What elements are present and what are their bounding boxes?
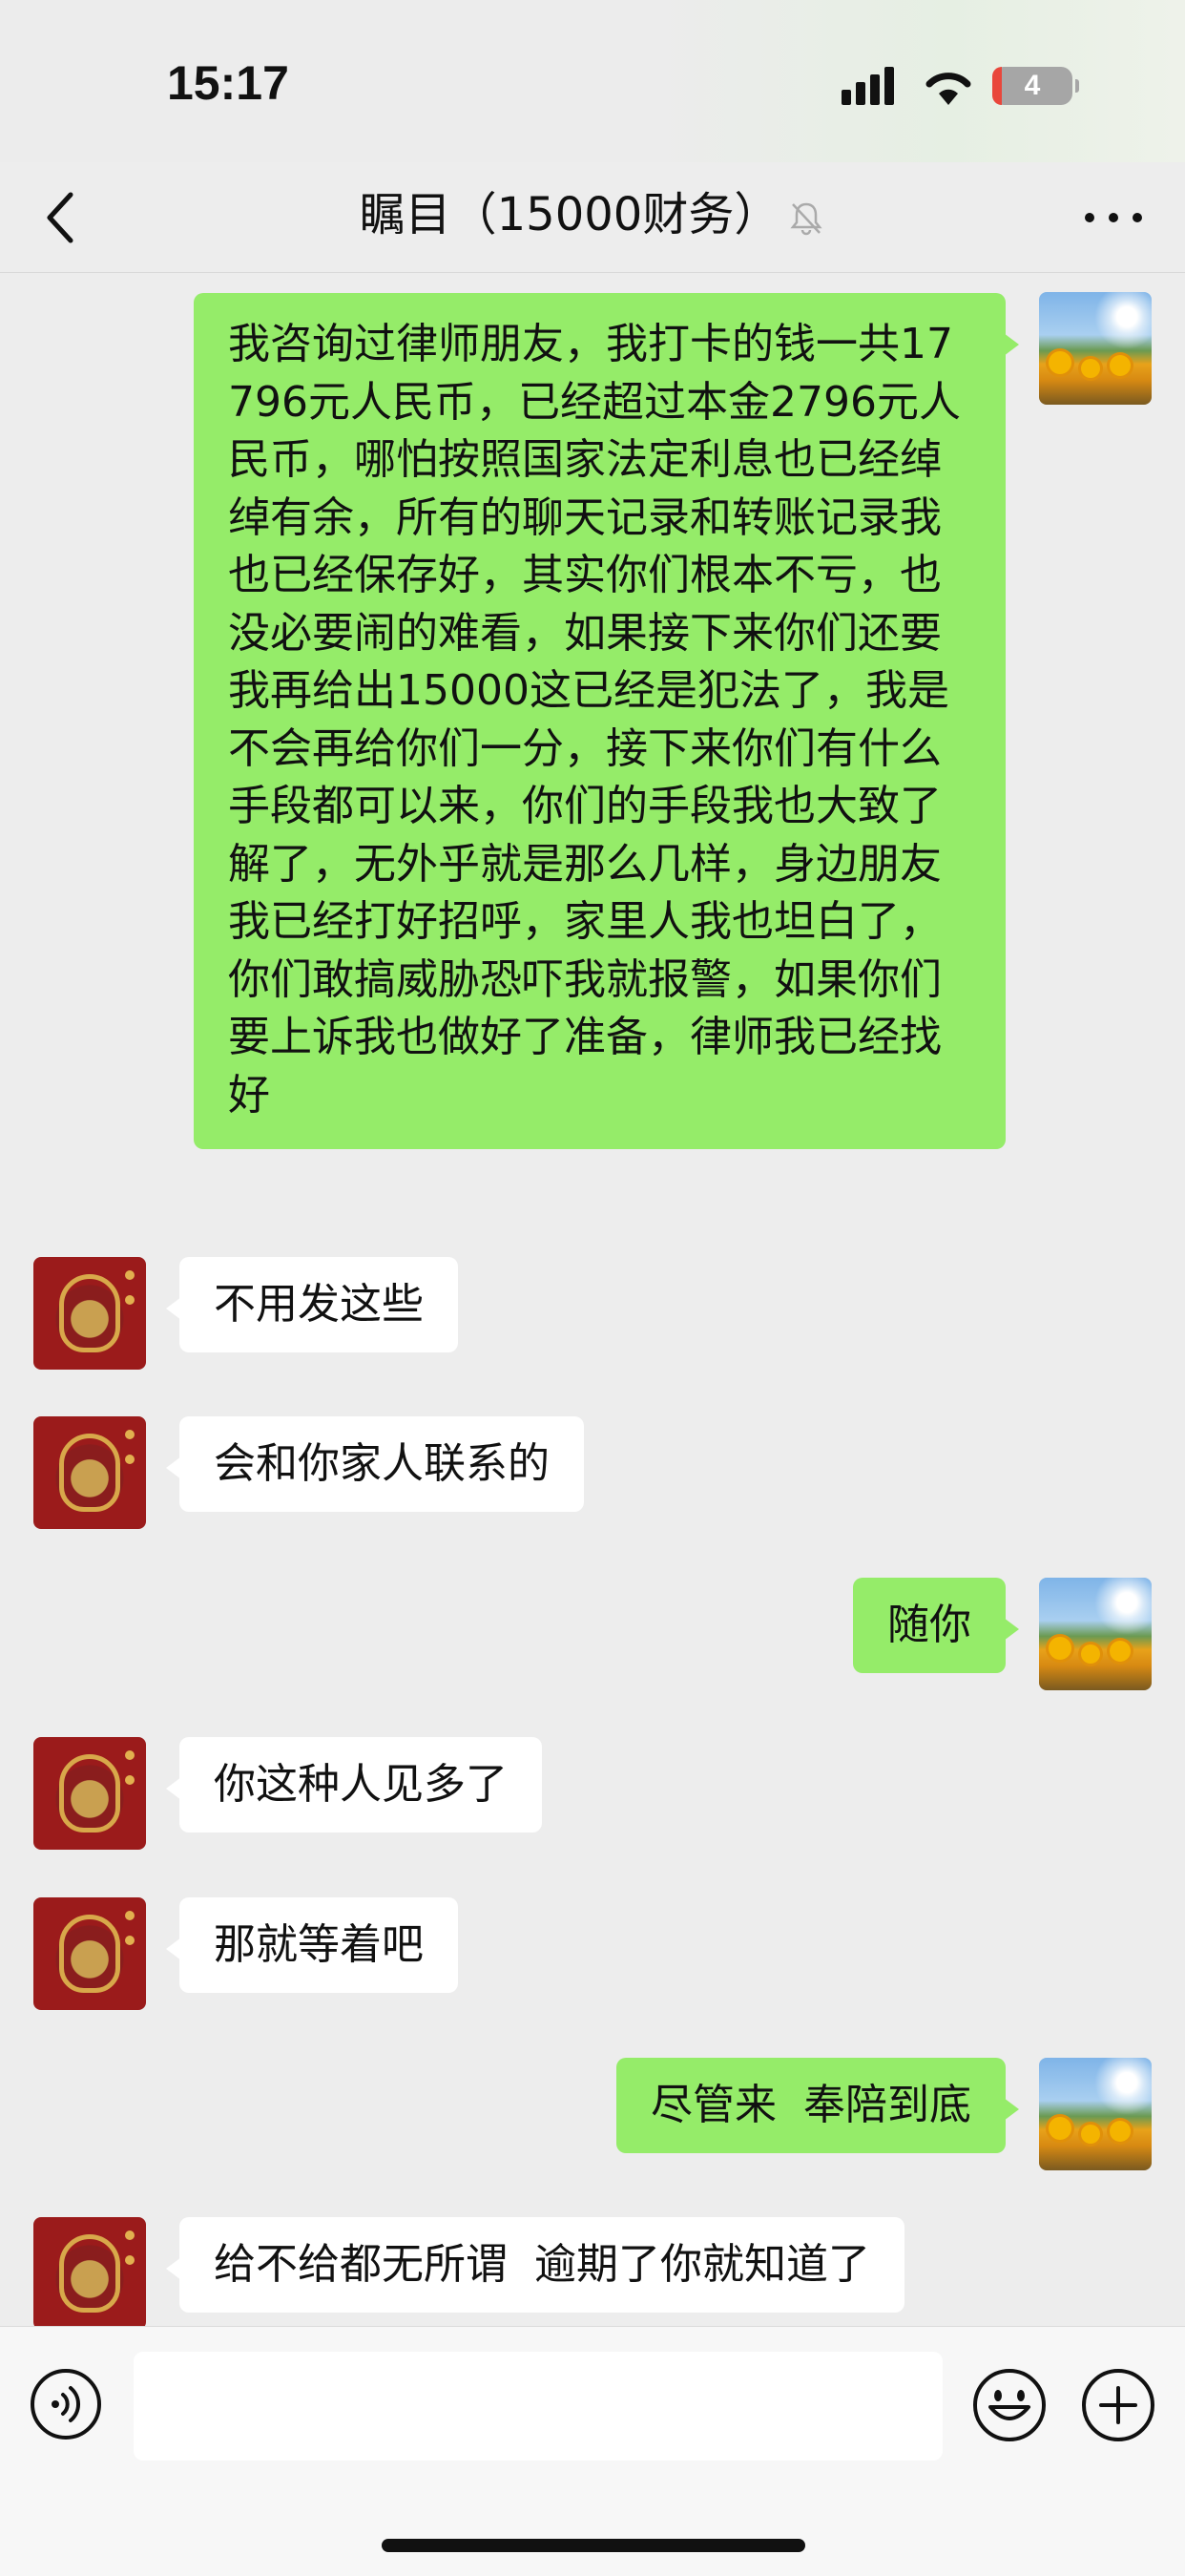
message-bubble[interactable]: 不用发这些 (166, 1257, 458, 1352)
message-row: 尽管来 奉陪到底 (0, 2058, 1185, 2182)
signal-icon (842, 67, 894, 105)
chat-title-text: 瞩目（15000财务） (359, 188, 780, 241)
message-input[interactable] (134, 2352, 943, 2461)
contact-avatar[interactable] (33, 1416, 146, 1529)
message-row: 不用发这些 (0, 1257, 1185, 1381)
message-bubble[interactable]: 我咨询过律师朋友，我打卡的钱一共17796元人民币，已经超过本金2796元人民币… (194, 293, 1019, 1149)
my-avatar[interactable] (1039, 2058, 1152, 2170)
wifi-icon (925, 73, 971, 105)
message-row: 那就等着吧 (0, 1897, 1185, 2021)
contact-avatar[interactable] (33, 2217, 146, 2326)
battery-level: 4 (1024, 70, 1041, 101)
status-time: 15:17 (167, 56, 289, 110)
chat-messages[interactable]: 我咨询过律师朋友，我打卡的钱一共17796元人民币，已经超过本金2796元人民币… (0, 274, 1185, 2326)
nav-bar: 瞩目（15000财务） (0, 162, 1185, 273)
message-row: 会和你家人联系的 (0, 1416, 1185, 1540)
message-bubble[interactable]: 你这种人见多了 (166, 1737, 542, 1833)
chat-title: 瞩目（15000财务） (0, 183, 1185, 246)
my-avatar[interactable] (1039, 292, 1152, 405)
battery-icon: 4 (992, 67, 1079, 105)
voice-icon[interactable] (29, 2367, 103, 2441)
message-bubble[interactable]: 随你 (853, 1578, 1019, 1673)
status-bar: 15:17 4 (0, 0, 1185, 162)
emoji-icon[interactable] (971, 2367, 1048, 2443)
my-avatar[interactable] (1039, 1578, 1152, 1690)
contact-avatar[interactable] (33, 1737, 146, 1850)
plus-icon[interactable] (1080, 2367, 1156, 2443)
mute-bell-icon (790, 202, 822, 236)
message-row: 你这种人见多了 (0, 1737, 1185, 1861)
home-indicator[interactable] (382, 2539, 805, 2552)
message-bubble[interactable]: 会和你家人联系的 (166, 1416, 584, 1512)
message-bubble[interactable]: 那就等着吧 (166, 1897, 458, 1993)
contact-avatar[interactable] (33, 1257, 146, 1370)
message-row: 随你 (0, 1578, 1185, 1702)
contact-avatar[interactable] (33, 1897, 146, 2010)
message-bubble[interactable]: 尽管来 奉陪到底 (616, 2058, 1019, 2153)
message-row: 给不给都无所谓 逾期了你就知道了 (0, 2217, 1185, 2326)
status-icons: 4 (842, 61, 1079, 111)
more-icon[interactable] (1080, 200, 1147, 235)
message-bubble[interactable]: 给不给都无所谓 逾期了你就知道了 (166, 2217, 904, 2313)
message-row: 我咨询过律师朋友，我打卡的钱一共17796元人民币，已经超过本金2796元人民币… (0, 283, 1185, 1200)
